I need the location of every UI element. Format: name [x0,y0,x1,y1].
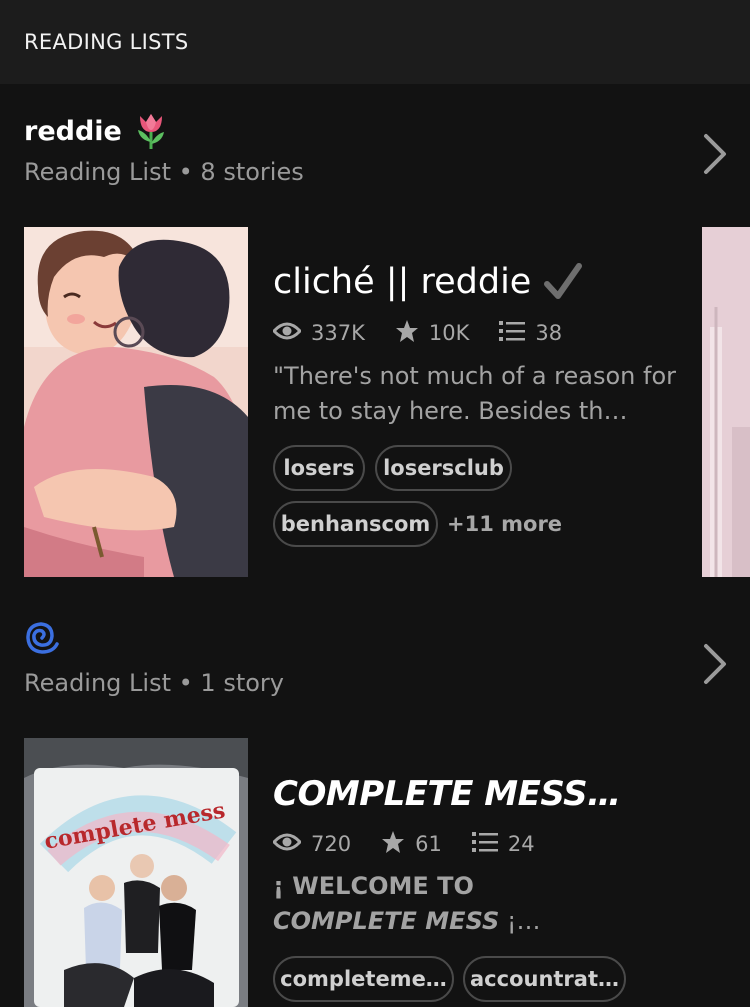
chevron-right-icon[interactable] [696,640,732,688]
eye-icon [271,321,311,346]
reads-count: 337K [311,321,365,345]
votes-stat: 61 [381,830,442,859]
parts-stat: 38 [499,320,562,347]
tulip-icon [134,112,168,150]
tag-chip[interactable]: losers [273,445,365,491]
chevron-right-icon[interactable] [696,130,732,178]
list-subtitle: Reading List • 8 stories [24,158,304,186]
list-title[interactable] [24,620,60,663]
more-tags-link[interactable]: +11 more [447,512,562,536]
parts-stat: 24 [471,831,535,858]
star-icon [381,830,415,859]
tag-chip[interactable]: losersclub [375,445,512,491]
parts-count: 24 [507,832,535,856]
reads-stat: 337K [271,321,365,346]
list-title[interactable]: reddie [24,112,168,150]
votes-count: 61 [415,832,442,856]
story-stats: 337K 10K 38 [271,318,592,348]
votes-stat: 10K [395,319,470,348]
description-tail: ¡… [499,907,541,935]
cyclone-icon [24,620,60,656]
story-title[interactable]: cliché || reddie [273,262,743,302]
reads-stat: 720 [271,832,352,857]
tag-chip[interactable]: completeme… [273,956,454,1002]
checkmark-icon [543,262,583,302]
eye-icon [271,832,311,857]
star-icon [395,319,429,348]
story-description: ¡ WELCOME TO COMPLETE MESS ¡… [273,869,693,939]
description-line: ¡ WELCOME TO [273,872,474,900]
tag-chip[interactable]: benhanscom [273,501,438,547]
app-header: READING LISTS [0,0,750,84]
story-cover[interactable] [24,227,248,577]
story-cover[interactable]: complete mess [24,738,248,1007]
list-icon [499,320,535,347]
story-stats: 720 61 24 [271,829,565,859]
story-title[interactable]: COMPLETE MESS… [273,774,743,814]
parts-count: 38 [535,321,563,345]
description-emphasis: COMPLETE MESS [273,907,500,935]
header-title: READING LISTS [24,30,189,54]
votes-count: 10K [428,321,470,345]
list-icon [471,831,508,858]
description-line: COMPLETE MESS ¡… [273,904,693,939]
list-subtitle: Reading List • 1 story [24,669,284,697]
reads-count: 720 [311,832,352,856]
tag-chip[interactable]: accountrat… [463,956,626,1002]
list-name: reddie [24,115,122,147]
story-title-text: cliché || reddie [273,262,532,302]
story-description: "There's not much of a reason for me to … [273,362,677,425]
